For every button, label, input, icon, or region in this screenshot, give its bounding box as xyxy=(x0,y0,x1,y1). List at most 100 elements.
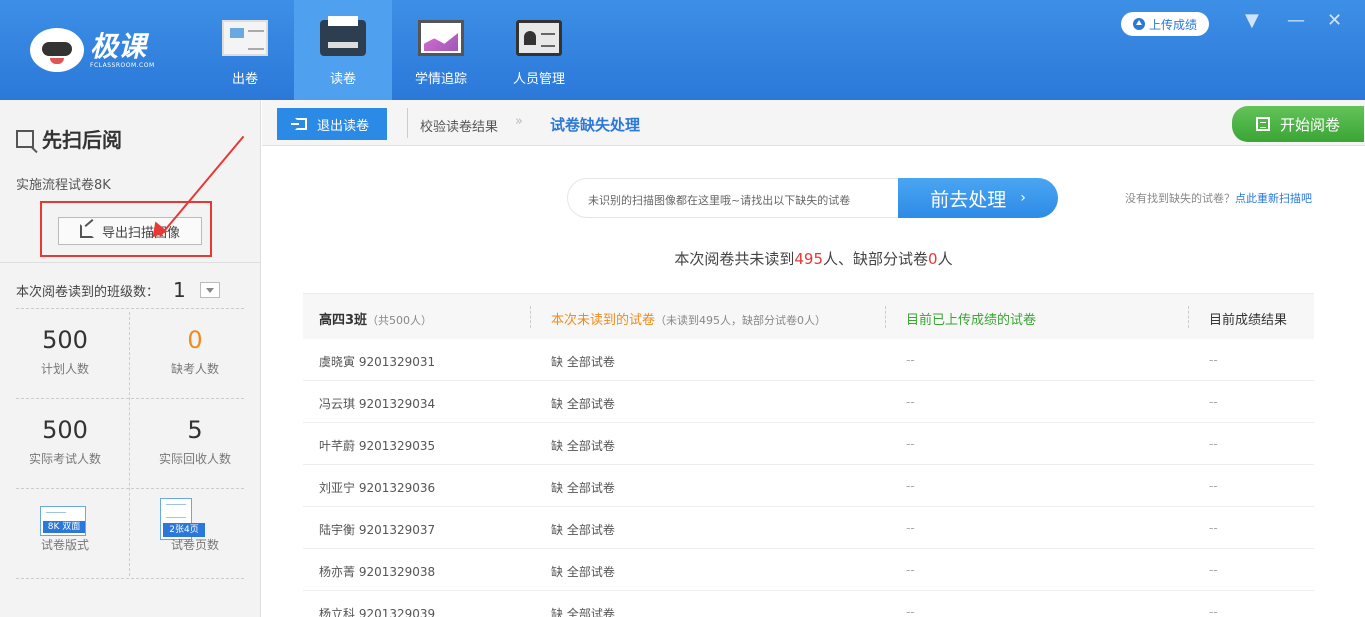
chart-icon xyxy=(418,20,464,56)
upload-scores-button[interactable]: 上传成绩 xyxy=(1121,12,1209,36)
app-logo: 极课 FCLASSROOM.COM xyxy=(30,24,170,76)
start-grading-button[interactable]: 开始阅卷 xyxy=(1232,106,1364,142)
stat-collected: 5 实际回收人数 xyxy=(158,416,231,466)
divider xyxy=(885,306,886,328)
nav-item-xueqing[interactable]: 学情追踪 xyxy=(392,0,490,100)
cell-name: 叶芊蔚 9201329035 xyxy=(319,439,436,453)
nav-item-chujuan[interactable]: 出卷 xyxy=(196,0,294,100)
class-count-value: 1 xyxy=(173,278,186,302)
table-row[interactable]: 叶芊蔚 9201329035 缺 全部试卷 -- -- xyxy=(303,423,1314,465)
cell-result: -- xyxy=(1209,563,1218,577)
cell-result: -- xyxy=(1209,437,1218,451)
table-header: 高四3班（共500人） 本次未读到的试卷（未读到495人，缺部分试卷0人） 目前… xyxy=(303,293,1314,339)
paper-icon xyxy=(222,20,268,56)
nav-label: 出卷 xyxy=(231,72,258,87)
divider xyxy=(0,262,261,263)
divider xyxy=(16,578,244,579)
cell-name: 杨立科 9201329039 xyxy=(319,607,436,617)
cell-result: -- xyxy=(1209,605,1218,617)
exam-name: 实施流程试卷8K xyxy=(16,178,111,193)
summary-text: 本次阅卷共未读到495人、缺部分试卷0人 xyxy=(674,250,953,268)
menu-icon[interactable]: ▼ xyxy=(1245,10,1259,31)
id-badge-icon xyxy=(516,20,562,56)
export-highlight-box: 导出扫描图像 xyxy=(40,201,212,257)
cell-name: 杨亦菁 9201329038 xyxy=(319,565,436,579)
nav-item-dujuan[interactable]: 读卷 xyxy=(294,0,392,100)
go-label: 前去处理 xyxy=(930,188,1007,211)
not-found-hint: 没有找到缺失的试卷？点此重新扫描吧 xyxy=(1125,192,1312,205)
stat-format: 试卷版式 xyxy=(40,538,89,552)
breadcrumb-verify[interactable]: 校验读卷结果 xyxy=(420,116,498,135)
notice-text: 未识别的扫描图像都在这里哦~请找出以下缺失的试卷 xyxy=(588,194,851,207)
divider xyxy=(16,398,244,399)
cell-result: -- xyxy=(1209,479,1218,493)
list-icon xyxy=(1255,117,1270,131)
sidebar-title: 先扫后阅 xyxy=(16,124,122,153)
cell-uploaded: -- xyxy=(906,521,915,535)
cell-name: 冯云琪 9201329034 xyxy=(319,397,436,411)
close-icon[interactable]: ✕ xyxy=(1327,10,1342,31)
stat-absent: 0 缺考人数 xyxy=(170,326,219,376)
go-process-button[interactable]: 前去处理 › xyxy=(898,178,1058,218)
class-count-label: 本次阅卷读到的班级数： xyxy=(16,284,160,300)
nav-label: 人员管理 xyxy=(512,72,565,87)
export-scan-images-button[interactable]: 导出扫描图像 xyxy=(58,217,202,245)
missing-papers-table: 高四3班（共500人） 本次未读到的试卷（未读到495人，缺部分试卷0人） 目前… xyxy=(303,293,1314,617)
divider xyxy=(16,488,244,489)
divider xyxy=(530,306,531,328)
cell-uploaded: -- xyxy=(906,563,915,577)
table-row[interactable]: 虞晓寅 9201329031 缺 全部试卷 -- -- xyxy=(303,339,1314,381)
export-icon xyxy=(79,224,94,238)
breadcrumb-arrow: » xyxy=(515,114,523,129)
sidebar: 先扫后阅 实施流程试卷8K 导出扫描图像 本次阅卷读到的班级数： 1 500 计… xyxy=(0,100,261,617)
app-header: 极课 FCLASSROOM.COM 出卷 读卷 学情追踪 人员管理 上传成绩 ▼… xyxy=(0,0,1365,100)
mascot-icon xyxy=(30,28,84,72)
main-nav: 出卷 读卷 学情追踪 人员管理 xyxy=(196,0,588,100)
cell-status: 缺 全部试卷 xyxy=(551,355,615,369)
cell-name: 刘亚宁 9201329036 xyxy=(319,481,436,495)
col-uploaded: 目前已上传成绩的试卷 xyxy=(906,313,1037,328)
cell-status: 缺 全部试卷 xyxy=(551,397,615,411)
logo-sub: FCLASSROOM.COM xyxy=(90,61,155,69)
col-class: 高四3班（共500人） xyxy=(319,313,433,328)
start-label: 开始阅卷 xyxy=(1279,115,1340,134)
breadcrumb-current: 试卷缺失处理 xyxy=(550,116,641,134)
nav-label: 学情追踪 xyxy=(414,72,467,87)
printer-icon xyxy=(320,16,366,56)
cell-name: 陆宇衡 9201329037 xyxy=(319,523,436,537)
cell-status: 缺 全部试卷 xyxy=(551,607,615,617)
partial-count: 0 xyxy=(928,250,938,268)
cell-status: 缺 全部试卷 xyxy=(551,439,615,453)
table-row[interactable]: 杨立科 9201329039 缺 全部试卷 -- -- xyxy=(303,591,1314,617)
cell-uploaded: -- xyxy=(906,395,915,409)
toolbar: 退出读卷 校验读卷结果 » 试卷缺失处理 开始阅卷 xyxy=(262,100,1365,146)
stat-pages: 试卷页数 xyxy=(170,538,219,552)
notice-bar: 未识别的扫描图像都在这里哦~请找出以下缺失的试卷 前去处理 › xyxy=(567,178,1058,218)
table-row[interactable]: 冯云琪 9201329034 缺 全部试卷 -- -- xyxy=(303,381,1314,423)
table-row[interactable]: 刘亚宁 9201329036 缺 全部试卷 -- -- xyxy=(303,465,1314,507)
cell-uploaded: -- xyxy=(906,605,915,617)
scan-search-icon xyxy=(16,129,34,148)
upload-icon xyxy=(1132,18,1145,30)
rescan-link[interactable]: 点此重新扫描吧 xyxy=(1235,192,1312,205)
cell-uploaded: -- xyxy=(906,353,915,367)
table-row[interactable]: 陆宇衡 9201329037 缺 全部试卷 -- -- xyxy=(303,507,1314,549)
exit-label: 退出读卷 xyxy=(316,118,369,134)
stat-planned: 500 计划人数 xyxy=(40,326,89,376)
cell-uploaded: -- xyxy=(906,479,915,493)
exit-reading-button[interactable]: 退出读卷 xyxy=(277,108,387,140)
nav-item-renyuan[interactable]: 人员管理 xyxy=(490,0,588,100)
table-row[interactable]: 杨亦菁 9201329038 缺 全部试卷 -- -- xyxy=(303,549,1314,591)
class-count-row: 本次阅卷读到的班级数： 1 xyxy=(16,278,220,302)
chevron-right-icon: › xyxy=(1020,190,1026,206)
cell-result: -- xyxy=(1209,521,1218,535)
class-dropdown[interactable] xyxy=(199,282,220,298)
cell-result: -- xyxy=(1209,353,1218,367)
divider xyxy=(16,308,244,309)
divider xyxy=(129,312,130,576)
divider xyxy=(1188,306,1189,328)
missing-count: 495 xyxy=(794,250,824,268)
upload-label: 上传成绩 xyxy=(1148,17,1197,32)
cell-status: 缺 全部试卷 xyxy=(551,565,615,579)
minimize-icon[interactable]: — xyxy=(1287,10,1305,31)
